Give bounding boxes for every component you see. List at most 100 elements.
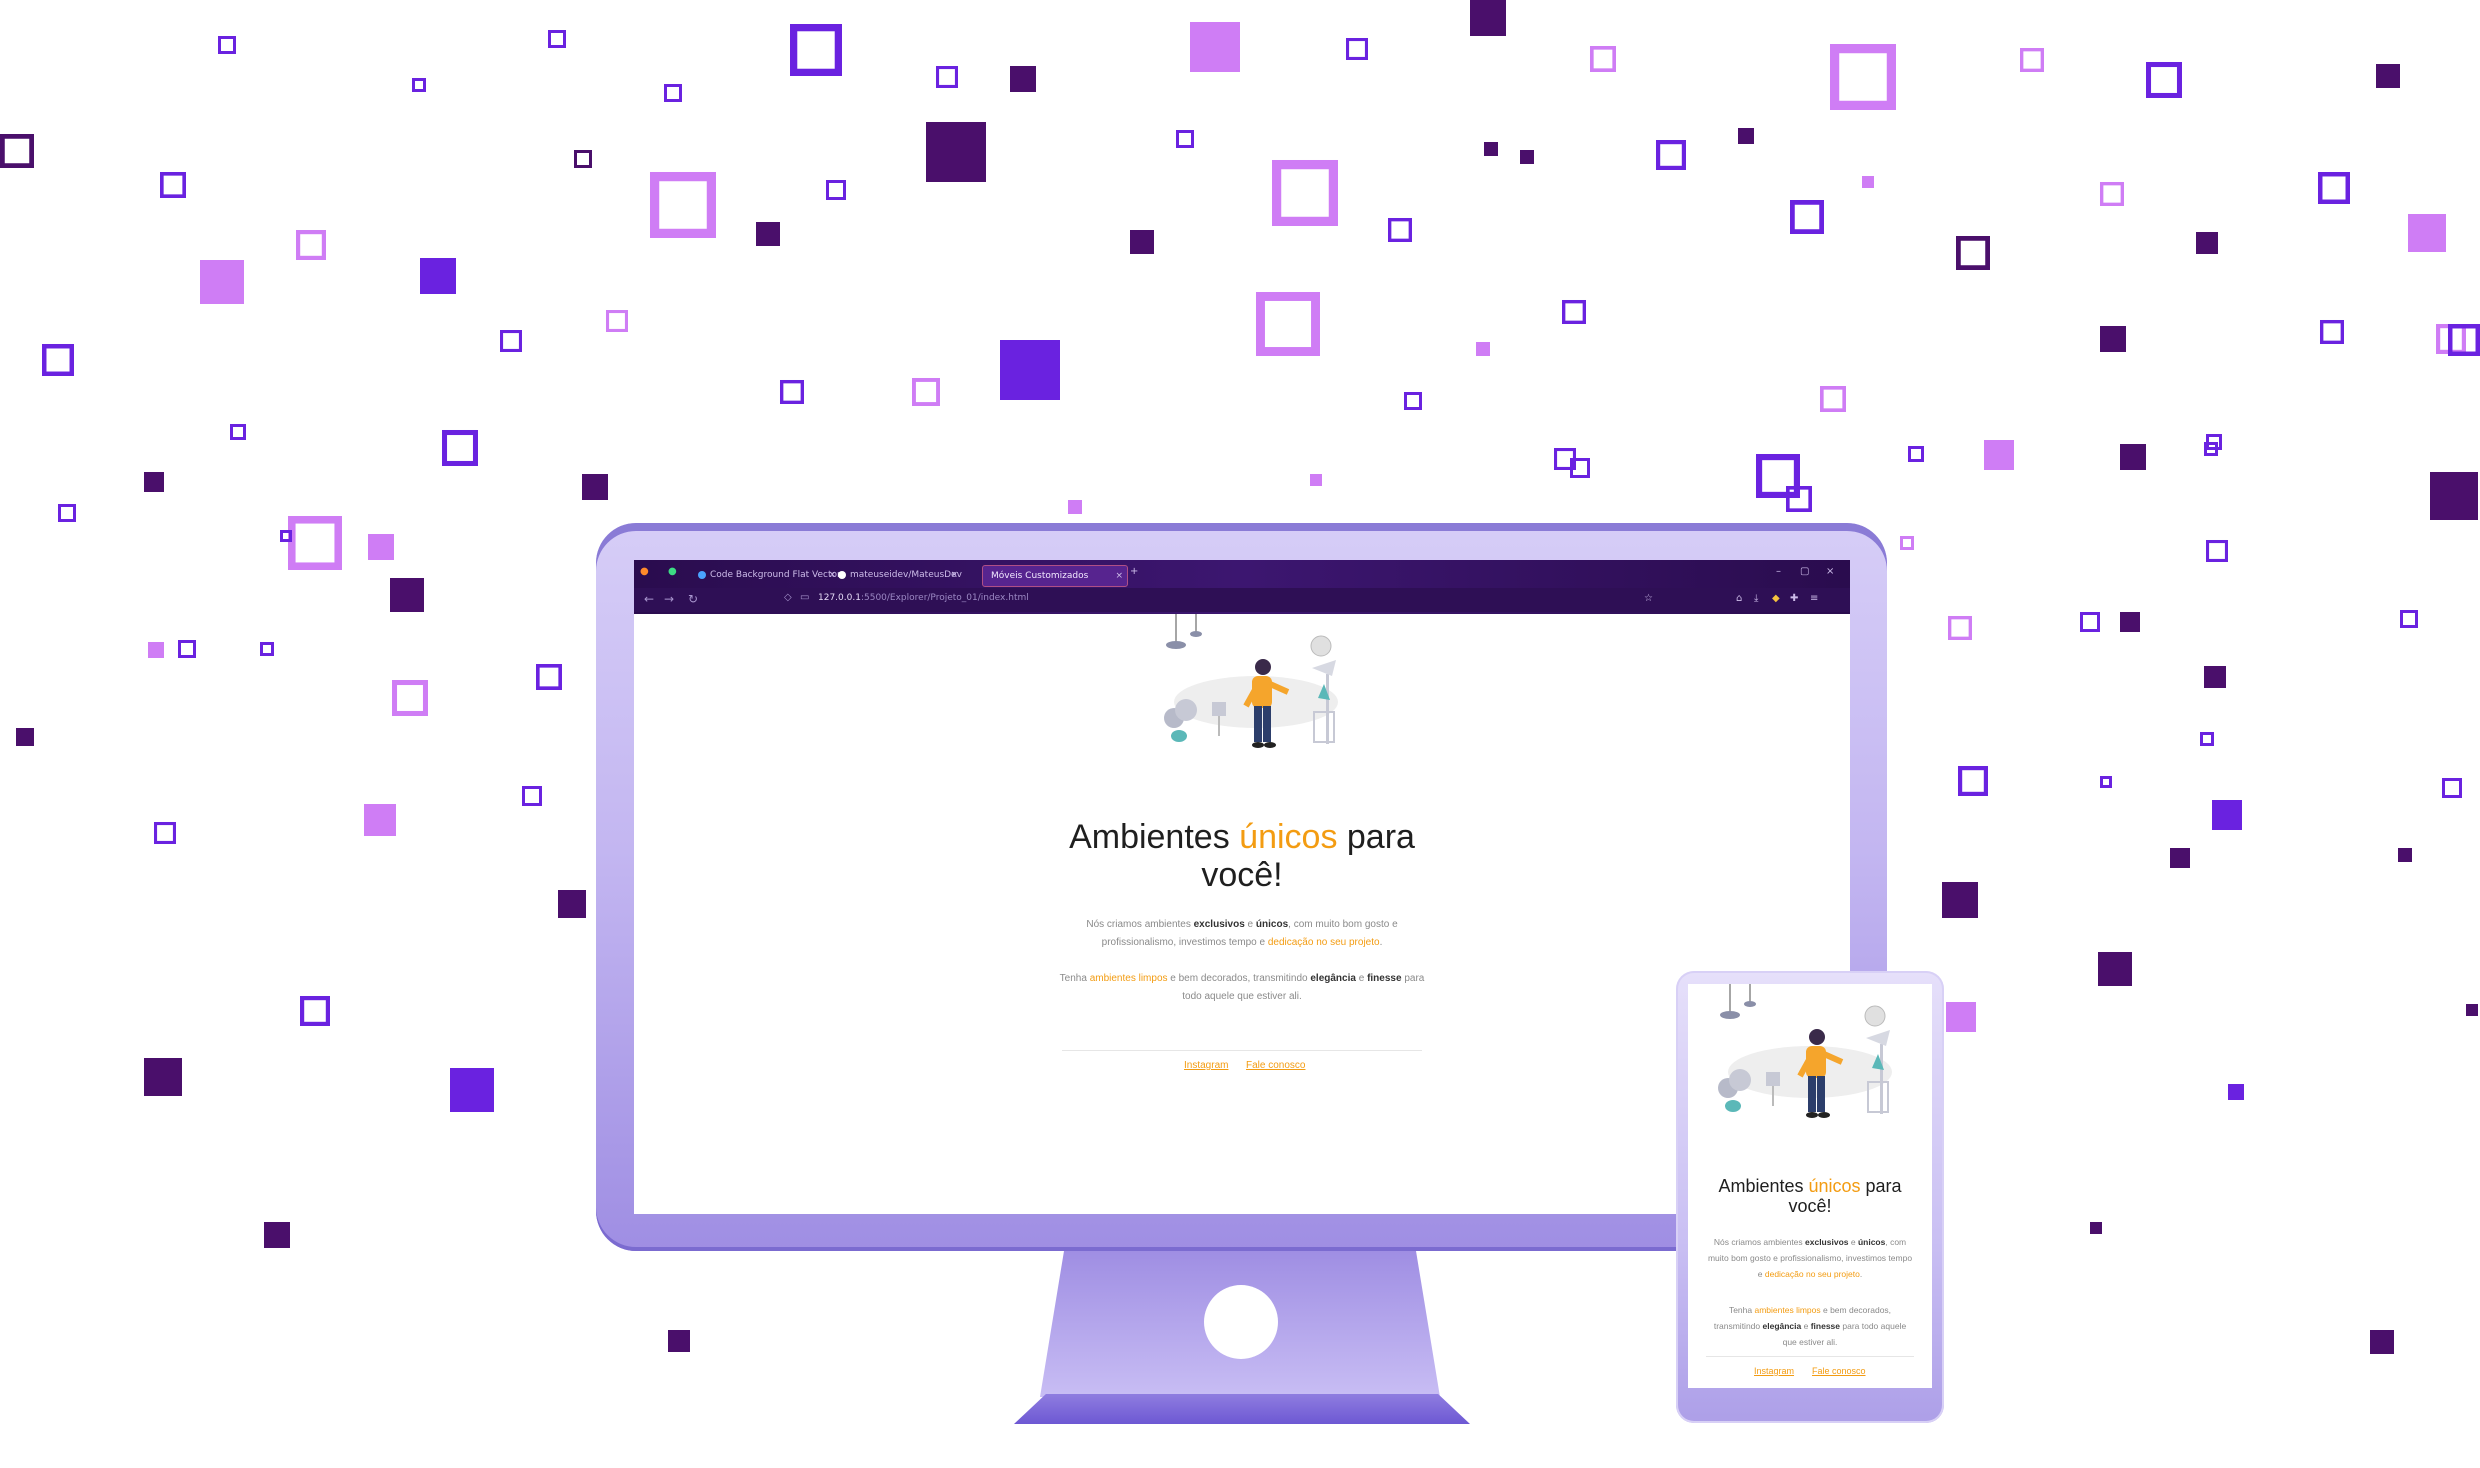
decor-square	[364, 804, 396, 836]
details-paragraph: Tenha ambientes limpos e bem decorados, …	[1706, 1302, 1914, 1350]
shield-icon[interactable]: ◇	[784, 592, 792, 603]
extension-icon[interactable]: ◆	[1772, 593, 1780, 604]
url-path: :5500/Explorer/Projeto_01/index.html	[860, 593, 1029, 603]
decor-square	[296, 230, 327, 261]
decor-square	[558, 890, 586, 918]
decor-square	[2376, 64, 2400, 88]
decor-square	[287, 516, 342, 571]
decor-square	[790, 23, 843, 77]
decor-square	[826, 180, 846, 200]
decor-square	[536, 664, 563, 691]
decor-square	[1790, 200, 1825, 235]
contact-link[interactable]: Fale conosco	[1246, 1060, 1305, 1071]
page-title: Ambientes únicos para você!	[1042, 818, 1442, 894]
minimize-icon[interactable]: –	[1776, 566, 1781, 577]
back-icon[interactable]: ←	[644, 592, 654, 606]
extensions-puzzle-icon[interactable]: ✚	[1790, 593, 1798, 604]
url-field[interactable]: 127.0.0.1:5500/Explorer/Projeto_01/index…	[818, 593, 1029, 603]
decor-square	[1255, 292, 1320, 357]
decor-square	[1900, 536, 1914, 550]
page-info-icon[interactable]: ▭	[800, 592, 809, 603]
text-bold: elegância	[1762, 1321, 1802, 1331]
bookmark-star-icon[interactable]: ☆	[1644, 593, 1653, 604]
decor-square	[391, 680, 428, 717]
decor-square	[1010, 66, 1036, 92]
tab-close-icon[interactable]: ×	[950, 565, 958, 585]
decor-square	[2212, 800, 2242, 830]
intro-paragraph: Nós criamos ambientes exclusivos e único…	[1052, 916, 1432, 952]
decor-square	[264, 1222, 290, 1248]
room-illustration	[1718, 984, 1892, 1118]
decor-square	[2100, 776, 2112, 788]
close-window-icon[interactable]: ×	[1826, 566, 1834, 577]
decor-square	[2120, 612, 2140, 632]
title-accent: únicos	[1808, 1176, 1861, 1196]
text-highlight: dedicação no seu projeto	[1764, 1269, 1860, 1279]
text: e	[1355, 973, 1368, 984]
decor-square	[1404, 392, 1422, 410]
contact-link[interactable]: Fale conosco	[1812, 1366, 1866, 1376]
text-bold: exclusivos	[1805, 1237, 1849, 1247]
decor-square	[412, 78, 426, 92]
tab-moveis-customizados[interactable]: Móveis Customizados ×	[982, 565, 1128, 587]
text: Nós criamos ambientes	[1713, 1237, 1806, 1247]
decor-square	[300, 995, 331, 1026]
decor-square	[2120, 444, 2146, 470]
decor-square	[230, 424, 246, 440]
decor-square	[2100, 326, 2126, 352]
home-icon[interactable]: ⌂	[1736, 593, 1742, 604]
new-tab-button[interactable]: +	[1130, 566, 1138, 577]
decor-square	[1176, 130, 1194, 148]
tab-github[interactable]: mateuseidev/MateusDev ×	[836, 565, 962, 585]
tab-close-icon[interactable]: ×	[1115, 566, 1123, 586]
decor-square	[1346, 38, 1369, 61]
decor-square	[160, 172, 187, 199]
decor-square	[58, 504, 76, 522]
menu-icon[interactable]: ≡	[1810, 593, 1818, 604]
instagram-link[interactable]: Instagram	[1184, 1060, 1228, 1071]
decor-square	[1476, 342, 1490, 356]
download-icon[interactable]: ⤓	[1754, 593, 1758, 604]
decor-square	[1271, 159, 1338, 226]
decor-square	[153, 821, 176, 844]
decor-square	[649, 171, 716, 238]
decor-square	[2408, 214, 2446, 252]
whatsapp-icon[interactable]: ●	[668, 566, 677, 577]
decor-square	[1946, 1002, 1976, 1032]
monitor-base	[1014, 1394, 1470, 1424]
decor-square	[779, 379, 804, 404]
decor-square	[2170, 848, 2190, 868]
footer-divider	[1706, 1356, 1914, 1357]
tab-bar: ● ● Code Background Flat Vector... × mat…	[634, 560, 1850, 588]
decor-square	[280, 530, 292, 542]
github-icon	[838, 571, 846, 579]
reload-icon[interactable]: ↻	[688, 592, 698, 606]
tab-close-icon[interactable]: ×	[828, 565, 836, 585]
decor-square	[218, 36, 236, 54]
decor-square	[390, 578, 424, 612]
tab-label: Móveis Customizados	[991, 571, 1089, 581]
decor-square	[2319, 319, 2344, 344]
decor-square	[664, 84, 682, 102]
instagram-link[interactable]: Instagram	[1754, 1366, 1794, 1376]
decor-square	[2196, 232, 2218, 254]
decor-square	[2090, 1222, 2102, 1234]
page-title: Ambientes únicos para você!	[1698, 1176, 1922, 1216]
forward-icon[interactable]: →	[664, 592, 674, 606]
decor-square	[1310, 474, 1322, 486]
text: e	[1244, 919, 1256, 930]
decor-square	[1984, 440, 2014, 470]
maximize-icon[interactable]: ▢	[1800, 566, 1809, 577]
decor-square	[2228, 1084, 2244, 1100]
text-highlight: dedicação no seu projeto	[1267, 937, 1380, 948]
tab-code-background[interactable]: Code Background Flat Vector... ×	[696, 565, 840, 585]
decor-square	[2317, 172, 2350, 205]
decor-square	[2099, 181, 2124, 206]
firefox-icon[interactable]: ●	[640, 566, 649, 577]
decor-square	[1130, 230, 1154, 254]
tab-favicon-icon	[698, 571, 706, 579]
text: Tenha	[1728, 1305, 1755, 1315]
decor-square	[2466, 1004, 2478, 1016]
decor-square	[2442, 778, 2462, 798]
text: e	[1801, 1321, 1811, 1331]
